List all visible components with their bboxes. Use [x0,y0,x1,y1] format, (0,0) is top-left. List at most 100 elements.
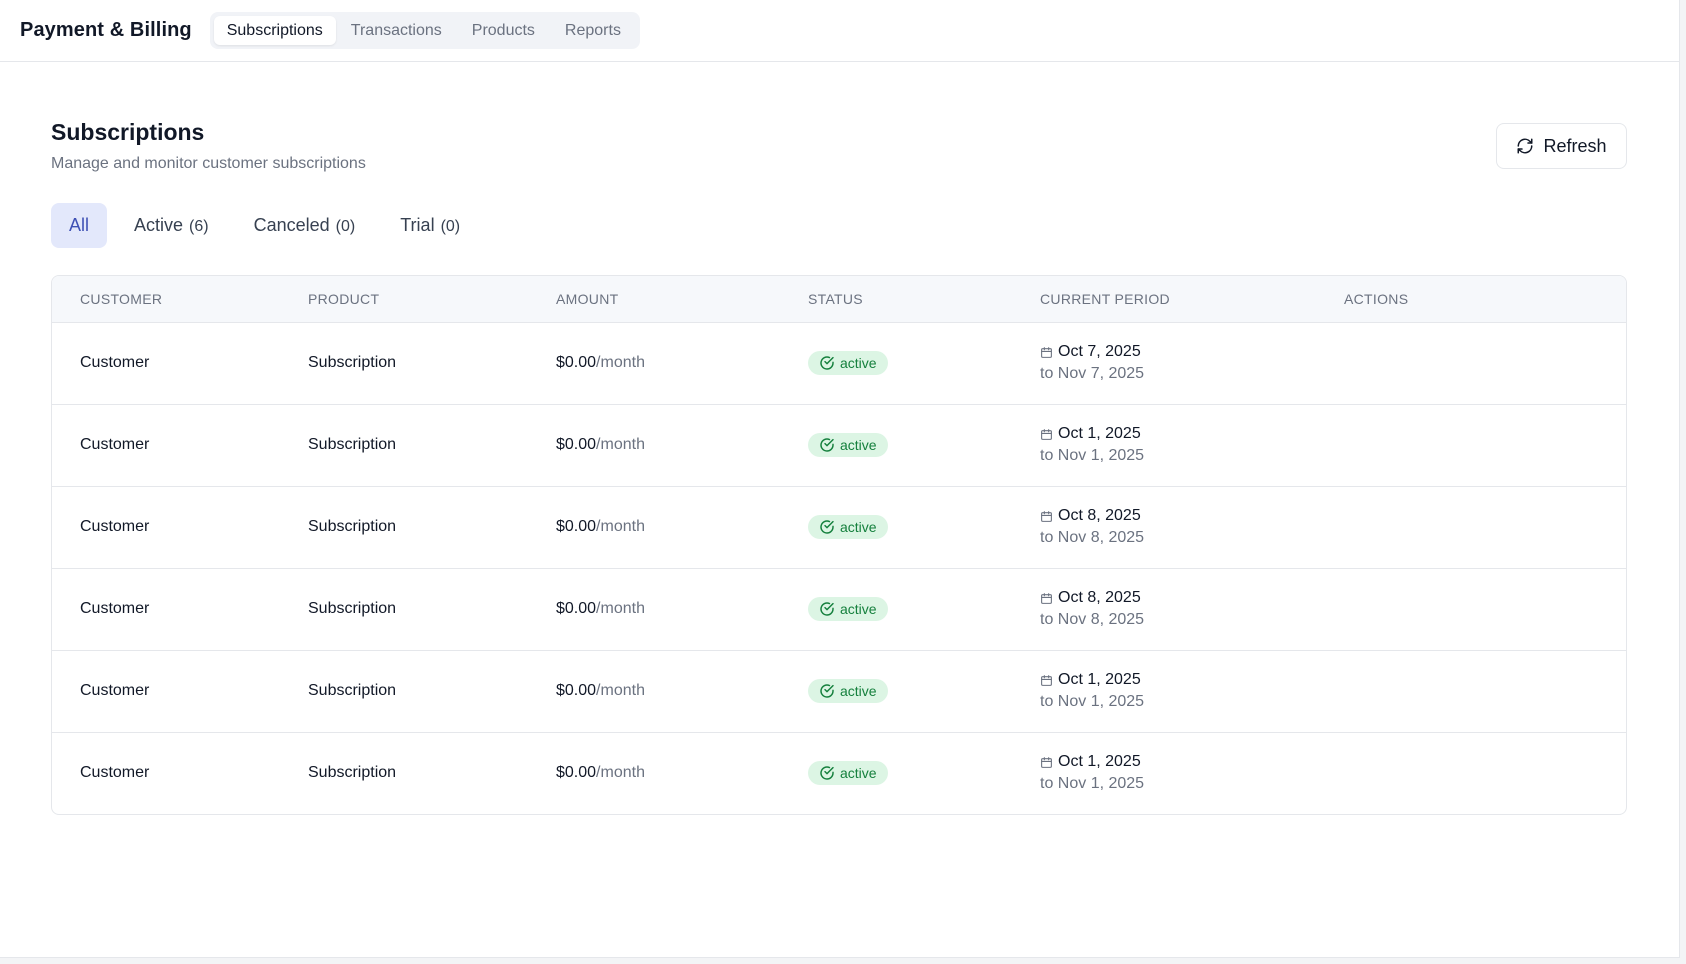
refresh-icon [1516,137,1534,155]
filter-trial-label: Trial [400,215,435,235]
status-cell: active [780,404,1012,486]
status-badge: active [808,432,888,457]
tab-reports[interactable]: Reports [550,16,636,45]
customer-cell: Customer [80,518,150,535]
check-circle-icon [820,766,834,780]
table-row[interactable]: Customer Subscription $0.00/month active [52,568,1626,650]
period-end-date: to Nov 1, 2025 [1040,447,1145,464]
period-start-date: Oct 1, 2025 [1058,425,1141,442]
actions-cell [1316,568,1626,650]
status-label: active [840,682,877,699]
status-label: active [840,518,877,535]
filter-canceled-count: (0) [335,218,356,235]
status-badge: active [808,514,888,539]
refresh-button[interactable]: Refresh [1496,123,1627,169]
filter-canceled-label: Canceled [253,215,330,235]
amount-unit: /month [596,518,645,535]
customer-cell: Customer [80,764,150,782]
calendar-icon [1041,674,1052,686]
check-circle-icon [820,519,834,534]
calendar-icon [1041,756,1052,768]
table-row[interactable]: Customer Subscription $0.00/month active [52,650,1626,732]
actions-cell [1316,404,1626,486]
product-cell: Subscription [308,764,397,782]
table-row[interactable]: Customer Subscription $0.00/month active [52,322,1626,404]
filter-trial-count: (0) [440,218,461,235]
amount-cell: $0.00/month [528,322,780,404]
check-circle-icon [820,601,834,616]
status-label: active [840,354,877,371]
amount-unit: /month [596,682,645,699]
filter-trial[interactable]: Trial (0) [382,203,478,248]
amount-unit: /month [596,354,645,371]
status-badge: active [808,678,888,703]
period-end-date: to Nov 8, 2025 [1040,529,1145,546]
amount-value: $0.00 [556,682,597,699]
tab-transactions[interactable]: Transactions [336,16,457,45]
amount-unit: /month [596,436,645,453]
actions-cell [1316,322,1626,404]
check-circle-icon [820,683,834,698]
product-cell: Subscription [308,682,397,699]
status-badge: active [808,350,888,375]
current-period-cell: Oct 1, 2025 to Nov 1, 2025 [1012,650,1316,732]
product-cell: Subscription [308,354,397,371]
filter-canceled[interactable]: Canceled (0) [236,203,374,248]
amount-value: $0.00 [556,518,597,535]
amount-unit: /month [596,600,645,617]
column-header-current-period: CURRENT PERIOD [1012,276,1316,323]
product-cell: Subscription [308,600,397,617]
subscriptions-table: CUSTOMER PRODUCT AMOUNT STATUS CURRENT P… [51,275,1627,815]
refresh-button-label: Refresh [1543,135,1607,156]
status-cell: active [780,568,1012,650]
current-period-cell: Oct 7, 2025 to Nov 7, 2025 [1012,322,1316,404]
status-cell: active [780,732,1012,814]
status-cell: active [780,486,1012,568]
customer-cell: Customer [80,354,150,371]
actions-cell [1316,486,1626,568]
period-end-date: to Nov 1, 2025 [1040,693,1145,710]
status-cell: active [780,650,1012,732]
filter-active-count: (6) [189,218,209,235]
tab-subscriptions[interactable]: Subscriptions [213,16,336,45]
column-header-actions: ACTIONS [1316,276,1626,323]
check-circle-icon [820,355,834,370]
calendar-icon [1041,428,1052,440]
column-header-customer: CUSTOMER [52,276,280,323]
page-subtitle: Manage and monitor customer subscription… [51,155,366,172]
table-row[interactable]: Customer Subscription $0.00/month active [52,486,1626,568]
filter-active[interactable]: Active (6) [116,203,227,248]
calendar-icon [1041,592,1052,604]
table-row[interactable]: Customer Subscription $0.00/month active [52,732,1626,814]
amount-value: $0.00 [556,436,597,453]
app-title: Payment & Billing [20,19,192,41]
period-start-date: Oct 1, 2025 [1058,753,1141,771]
status-label: active [840,764,877,781]
column-header-product: PRODUCT [280,276,528,323]
main-tabs: Subscriptions Transactions Products Repo… [209,12,640,49]
customer-cell: Customer [80,436,150,453]
amount-cell: $0.00/month [528,486,780,568]
page-title: Subscriptions [51,119,205,145]
current-period-cell: Oct 8, 2025 to Nov 8, 2025 [1012,568,1316,650]
period-start-date: Oct 7, 2025 [1058,343,1141,360]
product-cell: Subscription [308,436,397,453]
amount-cell: $0.00/month [528,650,780,732]
table-row[interactable]: Customer Subscription $0.00/month active [52,404,1626,486]
current-period-cell: Oct 1, 2025 to Nov 1, 2025 [1012,404,1316,486]
amount-cell: $0.00/month [528,404,780,486]
column-header-status: STATUS [780,276,1012,323]
period-end-date: to Nov 8, 2025 [1040,611,1145,628]
tab-products[interactable]: Products [457,16,550,45]
calendar-icon [1041,346,1052,358]
actions-cell [1316,732,1626,814]
period-start-date: Oct 1, 2025 [1058,671,1141,688]
amount-cell: $0.00/month [528,732,780,814]
amount-value: $0.00 [556,354,597,371]
filter-active-label: Active [134,215,184,235]
period-start-date: Oct 8, 2025 [1058,589,1141,606]
status-label: active [840,436,877,453]
column-header-amount: AMOUNT [528,276,780,323]
filter-all[interactable]: All [51,203,108,248]
current-period-cell: Oct 8, 2025 to Nov 8, 2025 [1012,486,1316,568]
